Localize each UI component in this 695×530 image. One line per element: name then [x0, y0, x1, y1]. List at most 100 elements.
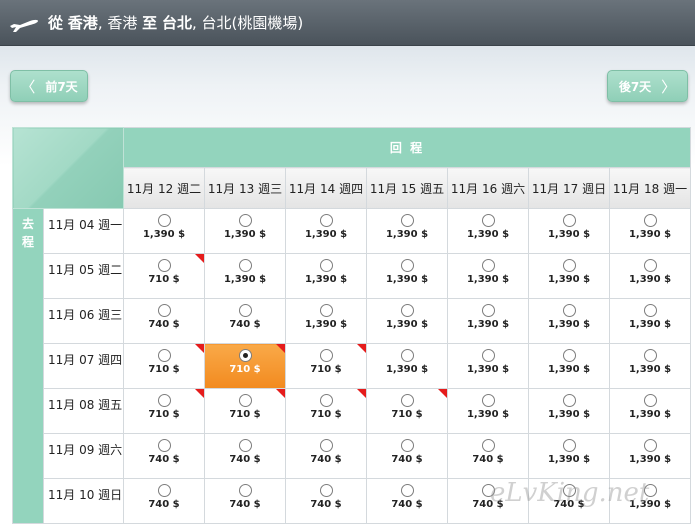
fare-radio[interactable]	[157, 439, 171, 452]
fare-radio[interactable]	[481, 259, 495, 272]
fare-radio[interactable]	[562, 484, 576, 497]
fare-radio[interactable]	[562, 394, 576, 407]
fare-cell[interactable]: 740 $	[285, 478, 367, 524]
fare-cell[interactable]: 1,390 $	[609, 298, 691, 344]
fare-radio[interactable]	[157, 484, 171, 497]
fare-cell[interactable]: 1,390 $	[366, 343, 448, 389]
next-7-days-button[interactable]: 後7天 〉	[607, 70, 688, 102]
fare-cell[interactable]: 710 $	[285, 388, 367, 434]
fare-radio[interactable]	[238, 259, 252, 272]
fare-cell[interactable]: 1,390 $	[528, 433, 610, 479]
fare-radio[interactable]	[157, 214, 171, 227]
fare-radio[interactable]	[643, 214, 657, 227]
fare-cell[interactable]: 1,390 $	[447, 253, 529, 299]
fare-radio[interactable]	[400, 484, 414, 497]
fare-cell[interactable]: 1,390 $	[447, 298, 529, 344]
fare-cell[interactable]: 740 $	[447, 433, 529, 479]
fare-cell[interactable]: 1,390 $	[609, 208, 691, 254]
fare-radio[interactable]	[562, 304, 576, 317]
fare-cell[interactable]: 740 $	[366, 433, 448, 479]
fare-radio[interactable]	[157, 259, 171, 272]
fare-cell[interactable]: 1,390 $	[366, 298, 448, 344]
fare-cell[interactable]: 1,390 $	[447, 388, 529, 434]
fare-radio[interactable]	[562, 439, 576, 452]
fare-radio[interactable]	[157, 304, 171, 317]
previous-7-days-button[interactable]: 〈 前7天	[10, 70, 88, 102]
fare-radio[interactable]	[643, 259, 657, 272]
fare-radio[interactable]	[319, 394, 333, 407]
fare-cell[interactable]: 1,390 $	[366, 253, 448, 299]
fare-cell[interactable]: 740 $	[204, 478, 286, 524]
fare-cell[interactable]: 1,390 $	[447, 343, 529, 389]
fare-cell[interactable]: 740 $	[366, 478, 448, 524]
fare-radio[interactable]	[481, 439, 495, 452]
fare-cell[interactable]: 740 $	[447, 478, 529, 524]
fare-cell[interactable]: 740 $	[123, 298, 205, 344]
fare-cell[interactable]: 740 $	[204, 298, 286, 344]
fare-radio[interactable]	[481, 349, 495, 362]
fare-radio[interactable]	[400, 349, 414, 362]
fare-radio[interactable]	[643, 394, 657, 407]
fare-cell[interactable]: 1,390 $	[528, 298, 610, 344]
fare-radio[interactable]	[157, 349, 171, 362]
fare-radio[interactable]	[643, 304, 657, 317]
fare-cell[interactable]: 1,390 $	[204, 253, 286, 299]
fare-radio[interactable]	[157, 394, 171, 407]
fare-radio[interactable]	[643, 349, 657, 362]
fare-radio[interactable]	[319, 304, 333, 317]
fare-radio[interactable]	[562, 214, 576, 227]
fare-radio[interactable]	[319, 214, 333, 227]
fare-radio[interactable]	[643, 439, 657, 452]
fare-cell[interactable]: 710 $	[204, 388, 286, 434]
fare-radio[interactable]	[319, 259, 333, 272]
fare-radio[interactable]	[238, 484, 252, 497]
fare-cell[interactable]: 740 $	[123, 433, 205, 479]
fare-cell[interactable]: 740 $	[285, 433, 367, 479]
fare-cell[interactable]: 1,390 $	[285, 208, 367, 254]
fare-cell-selected[interactable]: 710 $	[204, 343, 286, 389]
fare-radio[interactable]	[400, 214, 414, 227]
fare-radio[interactable]	[400, 304, 414, 317]
fare-cell[interactable]: 1,390 $	[609, 478, 691, 524]
fare-cell[interactable]: 1,390 $	[528, 343, 610, 389]
fare-cell[interactable]: 1,390 $	[609, 253, 691, 299]
fare-cell[interactable]: 710 $	[285, 343, 367, 389]
fare-radio[interactable]	[238, 394, 252, 407]
fare-radio[interactable]	[481, 394, 495, 407]
fare-radio[interactable]	[319, 349, 333, 362]
fare-cell[interactable]: 1,390 $	[447, 208, 529, 254]
fare-radio[interactable]	[319, 439, 333, 452]
fare-cell[interactable]: 710 $	[123, 253, 205, 299]
fare-radio[interactable]	[643, 484, 657, 497]
fare-radio-checked[interactable]	[238, 349, 252, 362]
fare-cell[interactable]: 1,390 $	[285, 253, 367, 299]
fare-radio[interactable]	[400, 439, 414, 452]
fare-radio[interactable]	[238, 439, 252, 452]
fare-radio[interactable]	[238, 214, 252, 227]
fare-cell[interactable]: 1,390 $	[528, 388, 610, 434]
fare-radio[interactable]	[400, 394, 414, 407]
fare-cell[interactable]: 1,390 $	[366, 208, 448, 254]
fare-cell[interactable]: 1,390 $	[528, 253, 610, 299]
fare-cell[interactable]: 1,390 $	[609, 433, 691, 479]
fare-cell[interactable]: 1,390 $	[609, 343, 691, 389]
fare-cell[interactable]: 1,390 $	[204, 208, 286, 254]
fare-radio[interactable]	[481, 214, 495, 227]
fare-radio[interactable]	[562, 259, 576, 272]
fare-radio[interactable]	[319, 484, 333, 497]
fare-cell[interactable]: 740 $	[123, 478, 205, 524]
fare-cell[interactable]: 1,390 $	[528, 208, 610, 254]
fare-cell[interactable]: 1,390 $	[285, 298, 367, 344]
fare-cell[interactable]: 1,390 $	[609, 388, 691, 434]
fare-cell[interactable]: 710 $	[366, 388, 448, 434]
fare-radio[interactable]	[238, 304, 252, 317]
fare-radio[interactable]	[481, 484, 495, 497]
fare-cell[interactable]: 740 $	[528, 478, 610, 524]
fare-cell[interactable]: 740 $	[204, 433, 286, 479]
fare-cell[interactable]: 710 $	[123, 343, 205, 389]
fare-radio[interactable]	[562, 349, 576, 362]
fare-radio[interactable]	[481, 304, 495, 317]
fare-radio[interactable]	[400, 259, 414, 272]
fare-cell[interactable]: 710 $	[123, 388, 205, 434]
fare-cell[interactable]: 1,390 $	[123, 208, 205, 254]
